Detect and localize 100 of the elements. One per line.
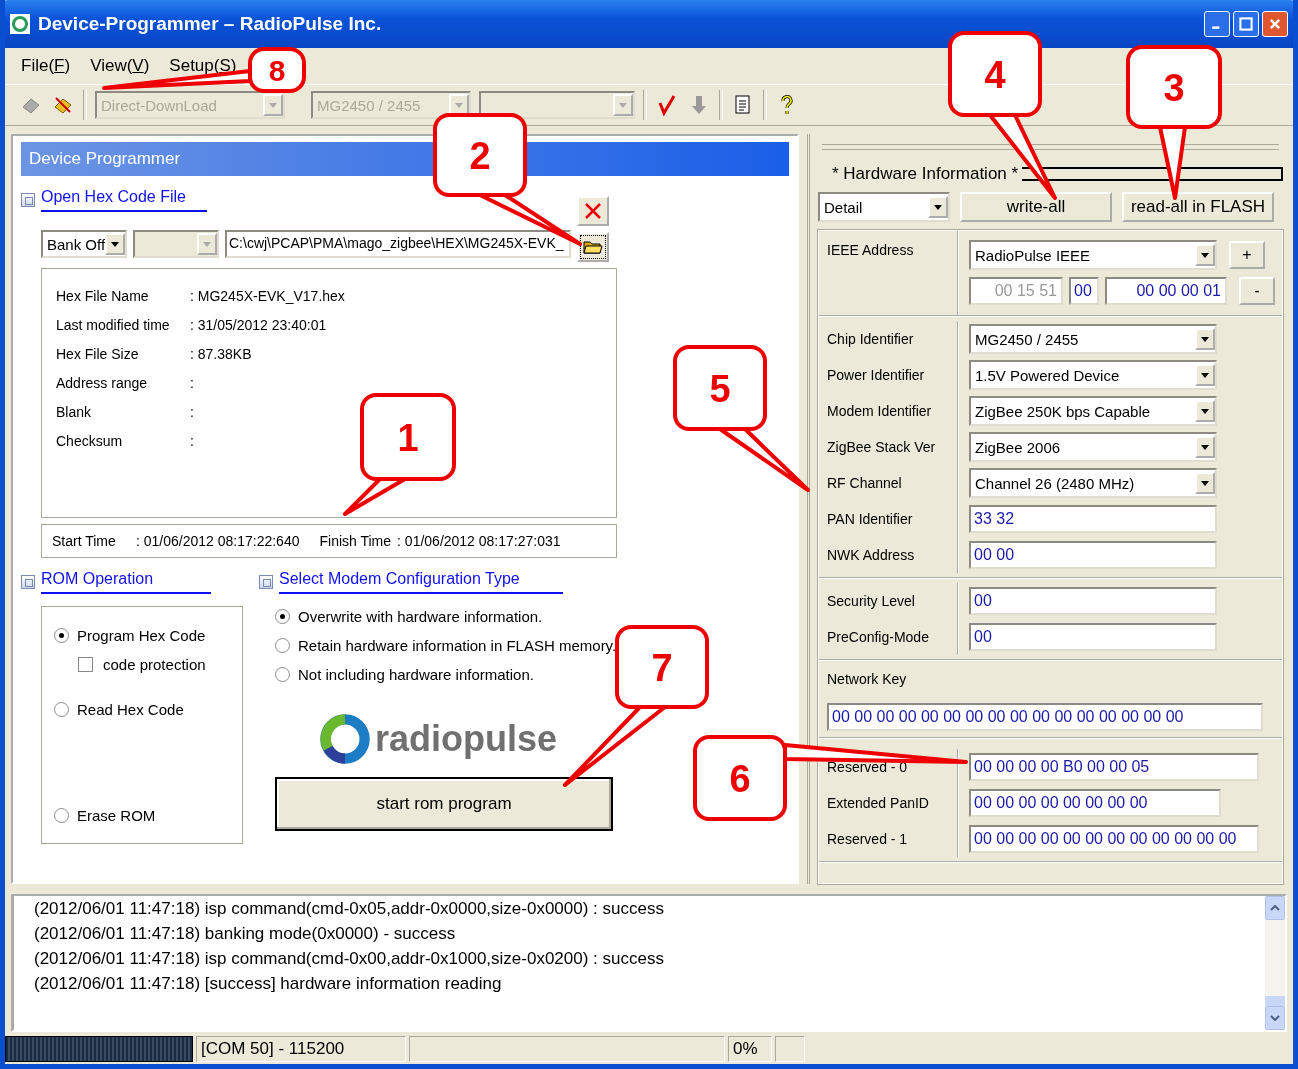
dropdown[interactable]: ZigBee 2006 <box>969 432 1217 462</box>
info-label: Blank <box>56 403 93 420</box>
caret-icon[interactable] <box>111 241 119 247</box>
scrollbar[interactable] <box>1265 896 1285 1030</box>
input-field[interactable]: 00 00 00 00 00 00 00 00 00 00 00 00 00 00 00 00 <box>827 703 1263 731</box>
log-line: (2012/06/01 11:47:18) banking mode(0x0000) - success <box>34 923 457 945</box>
cross-icon[interactable] <box>583 201 603 221</box>
info-value: : <box>190 403 194 420</box>
maximize-button[interactable] <box>1233 11 1259 37</box>
log-line: (2012/06/01 11:47:18) isp command(cmd-0x00,addr-0x1000,size-0x0200) : success <box>34 948 665 970</box>
info-label: Hex File Name <box>56 287 150 304</box>
caret-icon[interactable] <box>1201 252 1209 258</box>
action-button[interactable]: read-all in FLASH <box>1122 192 1274 222</box>
caret-icon[interactable] <box>1201 372 1209 378</box>
log-line: (2012/06/01 11:47:18) [success] hardware information reading <box>34 973 503 995</box>
start-button[interactable]: start rom program <box>275 777 613 831</box>
field-label: Network Key <box>827 671 908 687</box>
callout: 1 <box>343 393 456 516</box>
file-path-field[interactable]: C:\cwj\PCAP\PMA\mago_zigbee\HEX\MG245X-EVK_ <box>225 230 571 258</box>
input-field[interactable]: 33 32 <box>969 505 1217 533</box>
collapse-icon[interactable] <box>259 575 273 589</box>
info-label: Last modified time <box>56 316 171 333</box>
dropdown[interactable] <box>133 230 219 258</box>
chevron-down-icon[interactable] <box>1270 1015 1280 1021</box>
chevron-up-icon[interactable] <box>1270 905 1280 911</box>
info-label: Hex File Size <box>56 345 140 362</box>
info-value: : <box>190 432 194 449</box>
collapse-icon[interactable] <box>21 193 35 207</box>
radio-option[interactable]: Overwrite with hardware information. <box>275 602 619 631</box>
caret-icon[interactable] <box>1201 336 1209 342</box>
progress-text: 0% <box>728 1036 772 1062</box>
callout: 3 <box>1126 45 1222 200</box>
input-field[interactable]: 00 <box>969 623 1217 651</box>
input-field[interactable]: 00 00 00 00 00 00 00 00 <box>969 789 1221 817</box>
checkbox-option[interactable]: code protection <box>78 649 230 679</box>
field-label: IEEE Address <box>827 242 914 258</box>
open-folder-button[interactable] <box>577 232 609 262</box>
ieee-preset-dropdown[interactable]: RadioPulse IEEE <box>969 240 1217 270</box>
input-field[interactable]: 00 00 00 00 00 00 00 00 00 00 00 00 <box>969 825 1259 853</box>
menu-item[interactable]: View(V) <box>90 56 150 76</box>
scroll-down-button[interactable] <box>1265 1006 1285 1030</box>
field-label: Power Identifier <box>827 367 925 383</box>
caret-icon[interactable] <box>1201 408 1209 414</box>
caret-icon[interactable] <box>934 204 942 210</box>
field-label: ZigBee Stack Ver <box>827 439 936 455</box>
radio-option[interactable]: Erase ROM <box>54 801 230 829</box>
radio-option[interactable]: Read Hex Code <box>54 695 230 723</box>
info-label: Start Time <box>52 533 117 549</box>
dropdown[interactable]: 1.5V Powered Device <box>969 360 1217 390</box>
status-pane <box>775 1036 805 1062</box>
serial-field[interactable]: 00 00 00 01 <box>1105 277 1227 305</box>
status-text: [COM 50] - 115200 <box>196 1036 406 1062</box>
folder-icon[interactable] <box>583 239 603 255</box>
radio-option[interactable]: Retain hardware information in FLASH memory. <box>275 631 619 660</box>
info-value: : 01/06/2012 08:17:22:640 <box>136 533 300 549</box>
info-value: : 01/06/2012 08:17:27:031 <box>397 533 561 549</box>
menu-item[interactable]: File(F) <box>21 56 71 76</box>
info-label: Address range <box>56 374 149 391</box>
info-label: Checksum <box>56 432 124 449</box>
field-label: Chip Identifier <box>827 331 914 347</box>
info-value: : 87.38KB <box>190 345 252 362</box>
info-value: : <box>190 374 194 391</box>
bank-dropdown[interactable]: Bank Off <box>41 230 127 258</box>
ring-icon <box>10 14 30 34</box>
address-byte-field[interactable]: 00 <box>1069 277 1099 305</box>
remove-button[interactable]: - <box>1239 277 1275 305</box>
input-field[interactable]: 00 00 <box>969 541 1217 569</box>
field-label: PreConfig-Mode <box>827 629 929 645</box>
field-label: Reserved - 1 <box>827 831 908 847</box>
dropdown[interactable]: Channel 26 (2480 MHz) <box>969 468 1217 498</box>
input-field[interactable]: 00 <box>969 587 1217 615</box>
scroll-thumb[interactable] <box>1265 996 1285 1006</box>
action-button[interactable]: write-all <box>960 192 1112 222</box>
group-title: * Hardware Information * <box>831 164 1019 184</box>
info-value: : MG245X-EVK_V17.hex <box>190 287 345 304</box>
field-label: Reserved - 0 <box>827 759 908 775</box>
clear-button[interactable] <box>577 196 609 226</box>
minimize-button[interactable] <box>1204 11 1230 37</box>
collapse-icon[interactable] <box>21 575 35 589</box>
field-label: NWK Address <box>827 547 915 563</box>
callout: 5 <box>673 345 810 492</box>
oui-field: 00 15 51 <box>969 277 1063 305</box>
radio-option[interactable]: Not including hardware information. <box>275 660 619 689</box>
section-title: ROM Operation <box>41 570 211 594</box>
maximize-icon[interactable] <box>1239 17 1253 31</box>
caret-icon[interactable] <box>1201 444 1209 450</box>
logo-text: radiopulse <box>375 718 558 760</box>
add-button[interactable]: + <box>1229 241 1265 269</box>
caret-icon[interactable] <box>1201 480 1209 486</box>
radio-option[interactable]: Program Hex Code <box>54 621 230 649</box>
field-label: Modem Identifier <box>827 403 932 419</box>
dropdown[interactable]: MG2450 / 2455 <box>969 324 1217 354</box>
window-title: Device-Programmer – RadioPulse Inc. <box>38 13 383 35</box>
input-field[interactable]: 00 00 00 00 B0 00 00 05 <box>969 753 1259 781</box>
dropdown[interactable]: ZigBee 250K bps Capable <box>969 396 1217 426</box>
log-line: (2012/06/01 11:47:18) isp command(cmd-0x05,addr-0x0000,size-0x0000) : success <box>34 898 665 920</box>
view-dropdown[interactable]: Detail <box>818 192 950 222</box>
scroll-up-button[interactable] <box>1265 896 1285 920</box>
close-icon[interactable] <box>1268 17 1282 31</box>
close-button[interactable] <box>1262 11 1288 37</box>
